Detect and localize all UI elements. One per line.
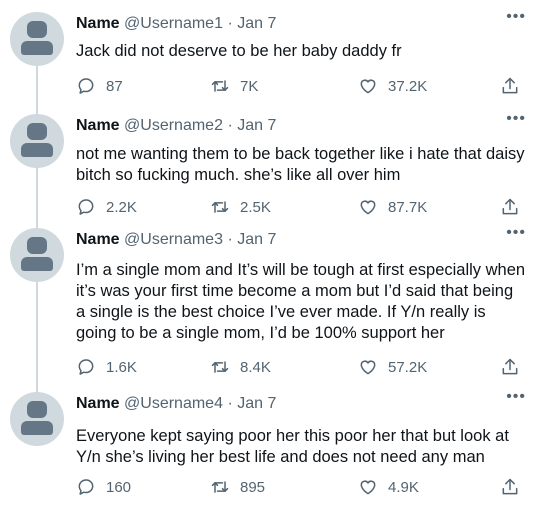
- like-button[interactable]: 57.2K: [358, 356, 427, 378]
- reply-button[interactable]: 1.6K: [76, 356, 137, 378]
- tweet-header: Name @Username3 · Jan 7: [76, 230, 276, 250]
- tweet-date[interactable]: Jan 7: [237, 117, 276, 134]
- tweet-date[interactable]: Jan 7: [237, 15, 276, 32]
- like-count: 37.2K: [388, 77, 428, 95]
- username-handle[interactable]: @Username3: [124, 231, 223, 248]
- retweet-button[interactable]: 2.5K: [210, 196, 271, 218]
- like-button[interactable]: 37.2K: [358, 75, 427, 97]
- retweet-count: 895: [240, 478, 266, 496]
- heart-icon: [360, 79, 376, 94]
- reply-count: 160: [106, 478, 132, 496]
- reply-button[interactable]: 160: [76, 476, 131, 498]
- username-handle[interactable]: @Username4: [124, 395, 223, 412]
- retweet-icon: [211, 201, 229, 213]
- tweet-header: Name @Username1 · Jan 7: [76, 14, 276, 34]
- reply-button[interactable]: 2.2K: [76, 196, 137, 218]
- retweet-count: 8.4K: [240, 358, 271, 376]
- share-button[interactable]: [500, 356, 520, 378]
- more-horizontal-icon[interactable]: •••: [506, 224, 526, 242]
- retweet-icon: [211, 361, 229, 373]
- share-icon: [502, 77, 518, 94]
- separator-dot: ·: [227, 395, 233, 412]
- reply-bubble-icon: [78, 359, 94, 375]
- like-count: 4.9K: [388, 478, 419, 496]
- avatar[interactable]: [10, 114, 64, 168]
- display-name[interactable]: Name: [76, 231, 120, 248]
- tweet-header: Name @Username2 · Jan 7: [76, 116, 276, 136]
- avatar[interactable]: [10, 228, 64, 282]
- heart-icon: [360, 480, 376, 495]
- heart-icon: [360, 360, 376, 375]
- more-horizontal-icon[interactable]: •••: [506, 110, 526, 128]
- retweet-button[interactable]: 7K: [210, 75, 258, 97]
- retweet-button[interactable]: 8.4K: [210, 356, 271, 378]
- separator-dot: ·: [227, 117, 233, 134]
- share-button[interactable]: [500, 75, 520, 97]
- display-name[interactable]: Name: [76, 15, 120, 32]
- tweet[interactable]: Name @Username3 · Jan 7 ••• I’m a single…: [0, 216, 540, 386]
- tweet[interactable]: Name @Username2 · Jan 7 ••• not me wanti…: [0, 102, 540, 224]
- reply-bubble-icon: [78, 78, 94, 94]
- display-name[interactable]: Name: [76, 117, 120, 134]
- username-handle[interactable]: @Username2: [124, 117, 223, 134]
- tweet-actions: 2.2K 2.5K 87.7K: [76, 196, 526, 218]
- share-icon: [502, 358, 518, 375]
- reply-button[interactable]: 87: [76, 75, 123, 97]
- reply-bubble-icon: [78, 199, 94, 215]
- tweet-actions: 160 895 4.9K: [76, 476, 526, 498]
- retweet-icon: [211, 80, 229, 92]
- username-handle[interactable]: @Username1: [124, 15, 223, 32]
- share-button[interactable]: [500, 196, 520, 218]
- tweet-text: Everyone kept saying poor her this poor …: [76, 427, 509, 466]
- tweet-text: I’m a single mom and It’s will be tough …: [76, 261, 526, 342]
- reply-count: 2.2K: [106, 198, 137, 216]
- avatar[interactable]: [10, 12, 64, 66]
- tweet[interactable]: Name @Username4 · Jan 7 ••• Everyone kep…: [0, 380, 540, 505]
- reply-count: 1.6K: [106, 358, 137, 376]
- retweet-count: 7K: [240, 77, 259, 95]
- retweet-button[interactable]: 895: [210, 476, 265, 498]
- share-icon: [502, 198, 518, 215]
- retweet-icon: [211, 481, 229, 493]
- tweet-date[interactable]: Jan 7: [237, 231, 276, 248]
- more-horizontal-icon[interactable]: •••: [506, 388, 526, 406]
- like-button[interactable]: 87.7K: [358, 196, 427, 218]
- tweet-date[interactable]: Jan 7: [237, 395, 276, 412]
- tweet-header: Name @Username4 · Jan 7: [76, 394, 276, 414]
- separator-dot: ·: [227, 15, 233, 32]
- share-button[interactable]: [500, 476, 520, 498]
- like-count: 87.7K: [388, 198, 428, 216]
- more-horizontal-icon[interactable]: •••: [506, 8, 526, 26]
- avatar[interactable]: [10, 392, 64, 446]
- tweet[interactable]: Name @Username1 · Jan 7 ••• Jack did not…: [0, 0, 540, 110]
- like-count: 57.2K: [388, 358, 428, 376]
- reply-bubble-icon: [78, 479, 94, 495]
- display-name[interactable]: Name: [76, 395, 120, 412]
- tweet-actions: 87 7K 37.2K: [76, 75, 526, 97]
- tweet-actions: 1.6K 8.4K 57.2K: [76, 356, 526, 378]
- tweet-text: not me wanting them to be back together …: [76, 145, 525, 184]
- retweet-count: 2.5K: [240, 198, 271, 216]
- tweet-text: Jack did not deserve to be her baby dadd…: [76, 42, 402, 60]
- reply-count: 87: [106, 77, 123, 95]
- like-button[interactable]: 4.9K: [358, 476, 419, 498]
- share-icon: [502, 478, 518, 495]
- separator-dot: ·: [227, 231, 233, 248]
- heart-icon: [360, 200, 376, 215]
